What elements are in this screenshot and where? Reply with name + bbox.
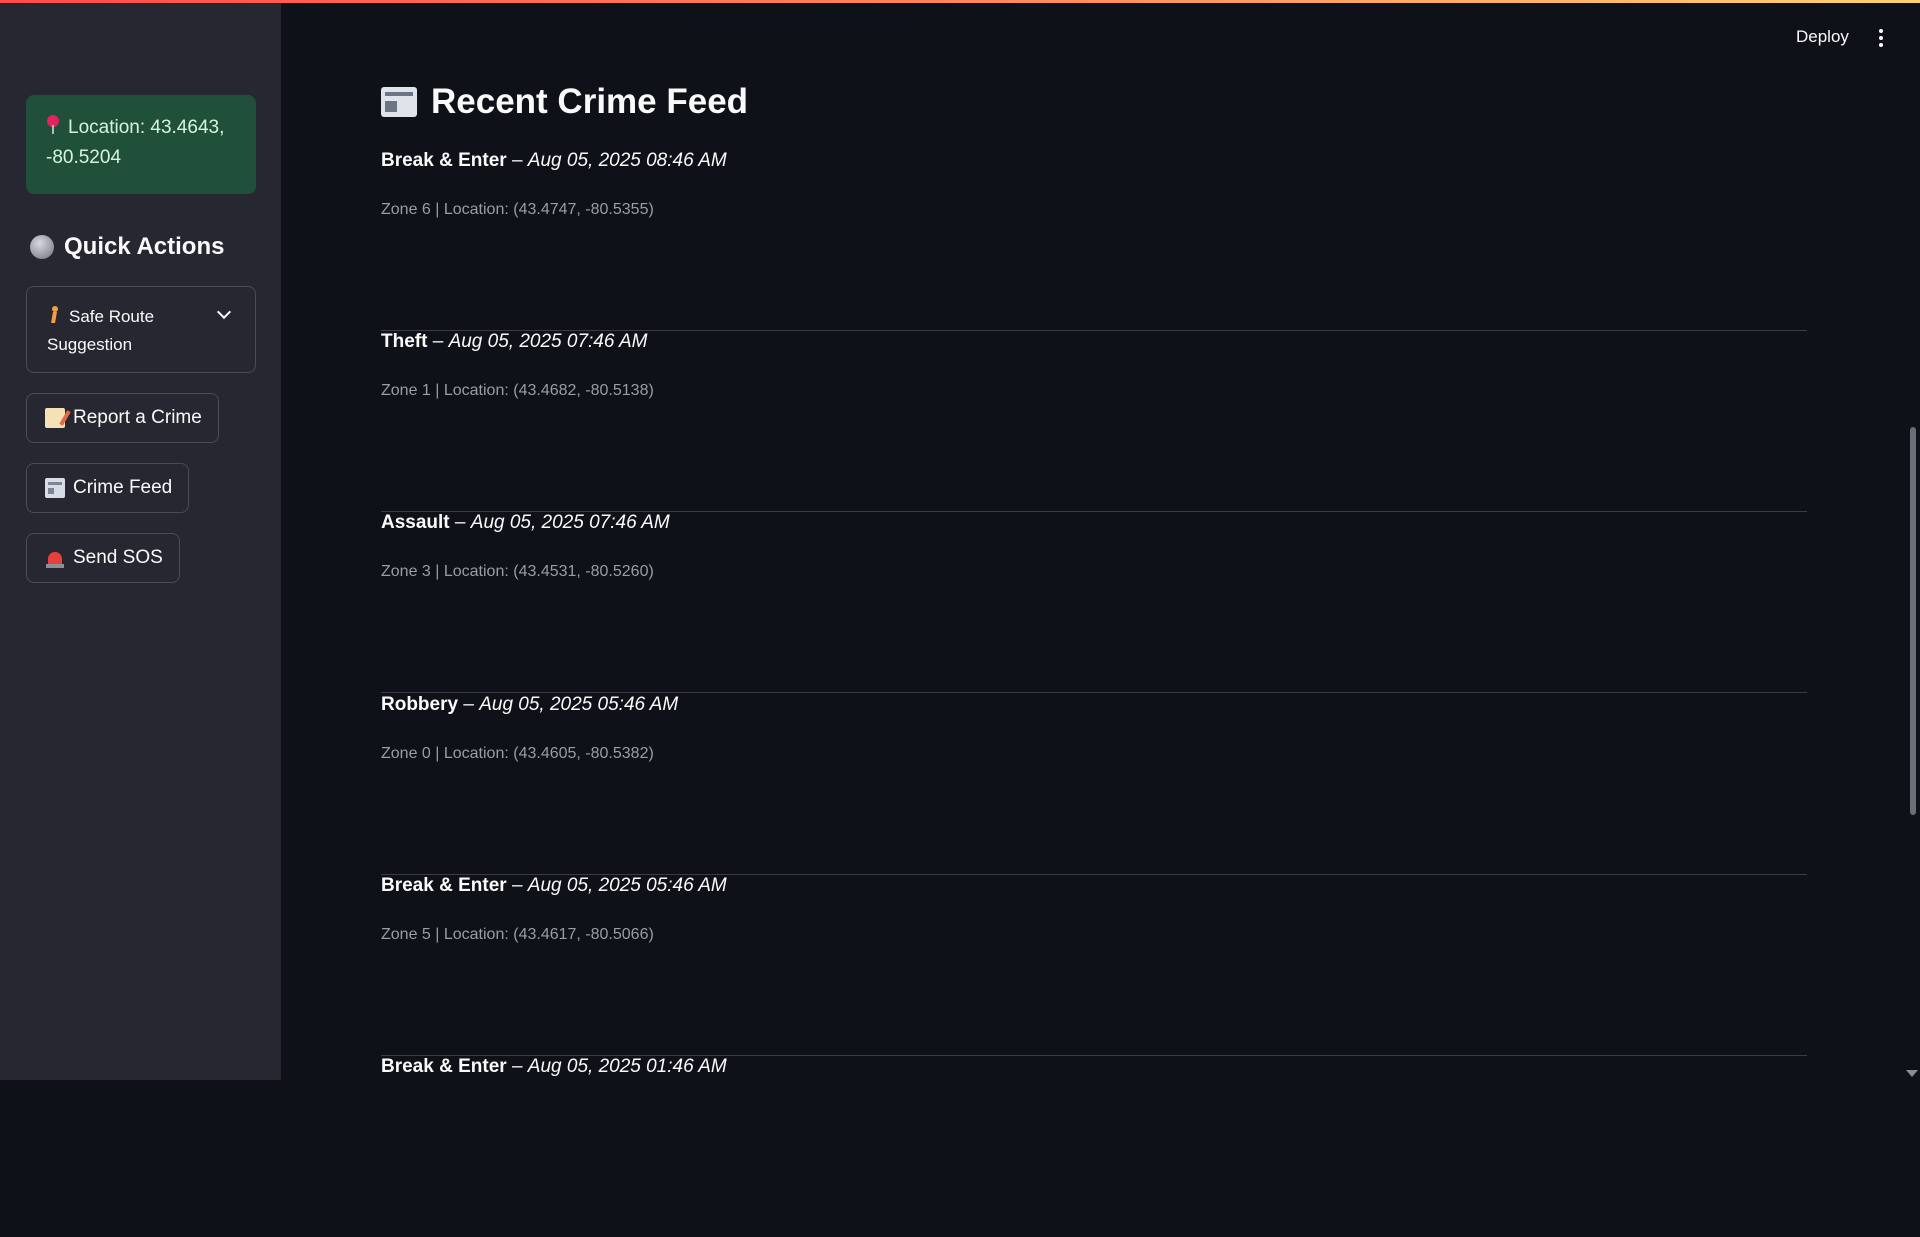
page-title: Recent Crime Feed: [381, 82, 748, 122]
chevron-down-icon[interactable]: [216, 304, 232, 320]
crime-type: Assault: [381, 512, 450, 533]
crime-type: Break & Enter: [381, 150, 507, 171]
radio-button-icon: [30, 235, 54, 259]
crime-type: Theft: [381, 331, 428, 352]
crime-feed-button[interactable]: Crime Feed: [26, 463, 190, 513]
feed-item-heading: Assault – Aug 05, 2025 07:46 AM: [381, 512, 670, 533]
vertical-scrollbar[interactable]: [1910, 427, 1916, 815]
main-content: Recent Crime Feed Break & Enter – Aug 05…: [381, 0, 1807, 1080]
newspaper-icon: [381, 87, 417, 117]
feed-item: Break & Enter – Aug 05, 2025 08:46 AM Zo…: [381, 150, 1807, 331]
feed-item: Break & Enter – Aug 05, 2025 01:46 AM: [381, 1056, 1807, 1237]
feed-item-heading: Break & Enter – Aug 05, 2025 08:46 AM: [381, 150, 727, 171]
crime-time: Aug 05, 2025 07:46 AM: [470, 512, 670, 533]
feed-item: Robbery – Aug 05, 2025 05:46 AM Zone 0 |…: [381, 694, 1807, 875]
siren-icon: [45, 548, 65, 568]
report-crime-button[interactable]: Report a Crime: [26, 393, 219, 443]
crime-details: Zone 1 | Location: (43.4682, -80.5138): [381, 382, 654, 399]
crime-details: Zone 5 | Location: (43.4617, -80.5066): [381, 926, 654, 943]
crime-type: Robbery: [381, 694, 459, 715]
feed-item-heading: Theft – Aug 05, 2025 07:46 AM: [381, 331, 648, 352]
pin-icon: [46, 115, 60, 135]
quick-actions-heading: Quick Actions: [30, 233, 224, 261]
location-text: Location: 43.4643, -80.5204: [46, 117, 225, 168]
safe-route-label: Safe Route Suggestion: [47, 307, 155, 354]
memo-icon: [45, 408, 65, 428]
safe-route-label-wrap: Safe Route Suggestion: [47, 303, 197, 359]
feed-item: Theft – Aug 05, 2025 07:46 AM Zone 1 | L…: [381, 331, 1807, 512]
crime-details: Zone 6 | Location: (43.4747, -80.5355): [381, 201, 654, 218]
safe-route-expander[interactable]: Safe Route Suggestion: [26, 286, 256, 373]
crime-type: Break & Enter: [381, 875, 507, 896]
feed-item-heading: Break & Enter – Aug 05, 2025 05:46 AM: [381, 875, 727, 896]
scroll-down-arrow-icon[interactable]: [1906, 1070, 1918, 1077]
sidebar: Location: 43.4643, -80.5204 Quick Action…: [0, 0, 281, 1080]
report-crime-label: Report a Crime: [73, 407, 202, 428]
crime-time: Aug 05, 2025 05:46 AM: [479, 694, 679, 715]
feed-item: Assault – Aug 05, 2025 07:46 AM Zone 3 |…: [381, 512, 1807, 693]
feed-item-heading: Break & Enter – Aug 05, 2025 01:46 AM: [381, 1056, 727, 1077]
page-title-text: Recent Crime Feed: [431, 82, 749, 121]
newspaper-icon: [45, 478, 65, 498]
crime-time: Aug 05, 2025 07:46 AM: [448, 331, 648, 352]
feed-item: Break & Enter – Aug 05, 2025 05:46 AM Zo…: [381, 875, 1807, 1056]
crime-type: Break & Enter: [381, 1056, 507, 1077]
crime-time: Aug 05, 2025 08:46 AM: [527, 150, 727, 171]
send-sos-button[interactable]: Send SOS: [26, 533, 180, 583]
send-sos-label: Send SOS: [73, 547, 163, 568]
crime-time: Aug 05, 2025 01:46 AM: [527, 1056, 727, 1077]
crime-time: Aug 05, 2025 05:46 AM: [527, 875, 727, 896]
crime-details: Zone 0 | Location: (43.4605, -80.5382): [381, 745, 654, 762]
top-decoration-bar: [0, 0, 1920, 3]
quick-actions-title: Quick Actions: [64, 233, 225, 260]
location-info-box: Location: 43.4643, -80.5204: [26, 95, 256, 194]
walking-person-icon: [47, 306, 61, 324]
crime-details: Zone 3 | Location: (43.4531, -80.5260): [381, 563, 654, 580]
kebab-menu-icon[interactable]: [1879, 29, 1883, 47]
crime-feed-label: Crime Feed: [73, 477, 173, 498]
feed-item-heading: Robbery – Aug 05, 2025 05:46 AM: [381, 694, 679, 715]
